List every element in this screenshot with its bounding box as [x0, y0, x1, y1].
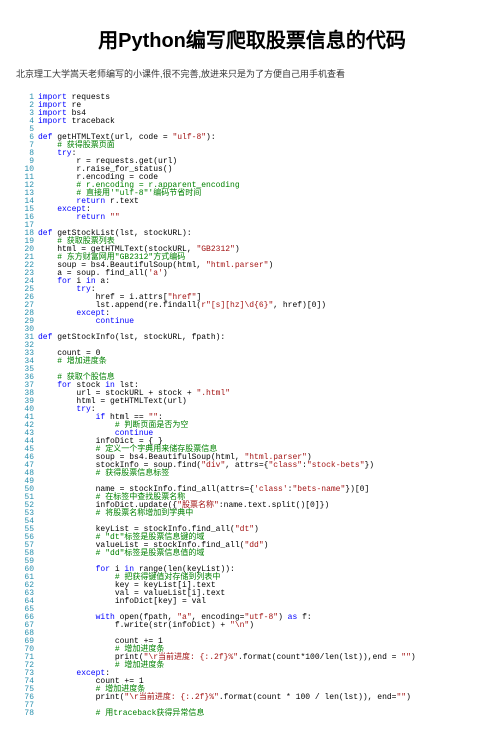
- code-content: return r.text: [38, 198, 488, 206]
- page-title: 用Python编写爬取股票信息的代码: [16, 24, 488, 53]
- code-line: 29 continue: [16, 318, 488, 326]
- code-content: html = getHTMLText(url): [38, 398, 488, 406]
- line-number: 78: [16, 710, 38, 718]
- code-content: # 增加进度条: [38, 358, 488, 366]
- code-content: # "dd"标签是股票信息值的域: [38, 550, 488, 558]
- code-content: # 将股票名称增加到字典中: [38, 510, 488, 518]
- code-content: return "": [38, 214, 488, 222]
- code-line: 7 # 获得股票页面: [16, 142, 488, 150]
- code-block: 1import requests2import re3import bs44im…: [16, 94, 488, 718]
- line-number: 1: [16, 94, 38, 102]
- code-line: 67 f.write(str(infoDict) + "\n"): [16, 622, 488, 630]
- code-content: print("\r当前进度: {:.2f}%".format(count * 1…: [38, 694, 488, 702]
- code-line: 4import traceback: [16, 118, 488, 126]
- line-number: 5: [16, 126, 38, 134]
- code-content: f.write(str(infoDict) + "\n"): [38, 622, 488, 630]
- line-number: 6: [16, 134, 38, 142]
- code-content: [38, 342, 488, 350]
- code-line: 76 print("\r当前进度: {:.2f}%".format(count …: [16, 694, 488, 702]
- code-line: 64 infoDict[key] = val: [16, 598, 488, 606]
- code-line: 31def getStockInfo(lst, stockURL, fpath)…: [16, 334, 488, 342]
- line-number: 2: [16, 102, 38, 110]
- line-number: 4: [16, 118, 38, 126]
- code-content: # 获得股票信息标签: [38, 470, 488, 478]
- code-line: 34 # 增加进度条: [16, 358, 488, 366]
- code-line: 1import requests: [16, 94, 488, 102]
- code-line: 58 # "dd"标签是股票信息值的域: [16, 550, 488, 558]
- code-line: 53 # 将股票名称增加到字典中: [16, 510, 488, 518]
- code-content: import requests: [38, 94, 488, 102]
- line-number: 8: [16, 150, 38, 158]
- code-content: import re: [38, 102, 488, 110]
- code-line: 16 return "": [16, 214, 488, 222]
- code-content: # 用traceback获得异常信息: [38, 710, 488, 718]
- code-content: import traceback: [38, 118, 488, 126]
- line-number: 3: [16, 110, 38, 118]
- line-number: 7: [16, 142, 38, 150]
- code-content: # 获得股票页面: [38, 142, 488, 150]
- code-line: 2import re: [16, 102, 488, 110]
- subtitle: 北京理工大学嵩天老师编写的小课件,很不完善,放进来只是为了方便自己用手机查看: [16, 67, 488, 80]
- code-content: continue: [38, 318, 488, 326]
- code-line: 48 # 获得股票信息标签: [16, 470, 488, 478]
- code-content: def getStockInfo(lst, stockURL, fpath):: [38, 334, 488, 342]
- code-line: 78 # 用traceback获得异常信息: [16, 710, 488, 718]
- code-content: for i in a:: [38, 278, 488, 286]
- code-content: infoDict[key] = val: [38, 598, 488, 606]
